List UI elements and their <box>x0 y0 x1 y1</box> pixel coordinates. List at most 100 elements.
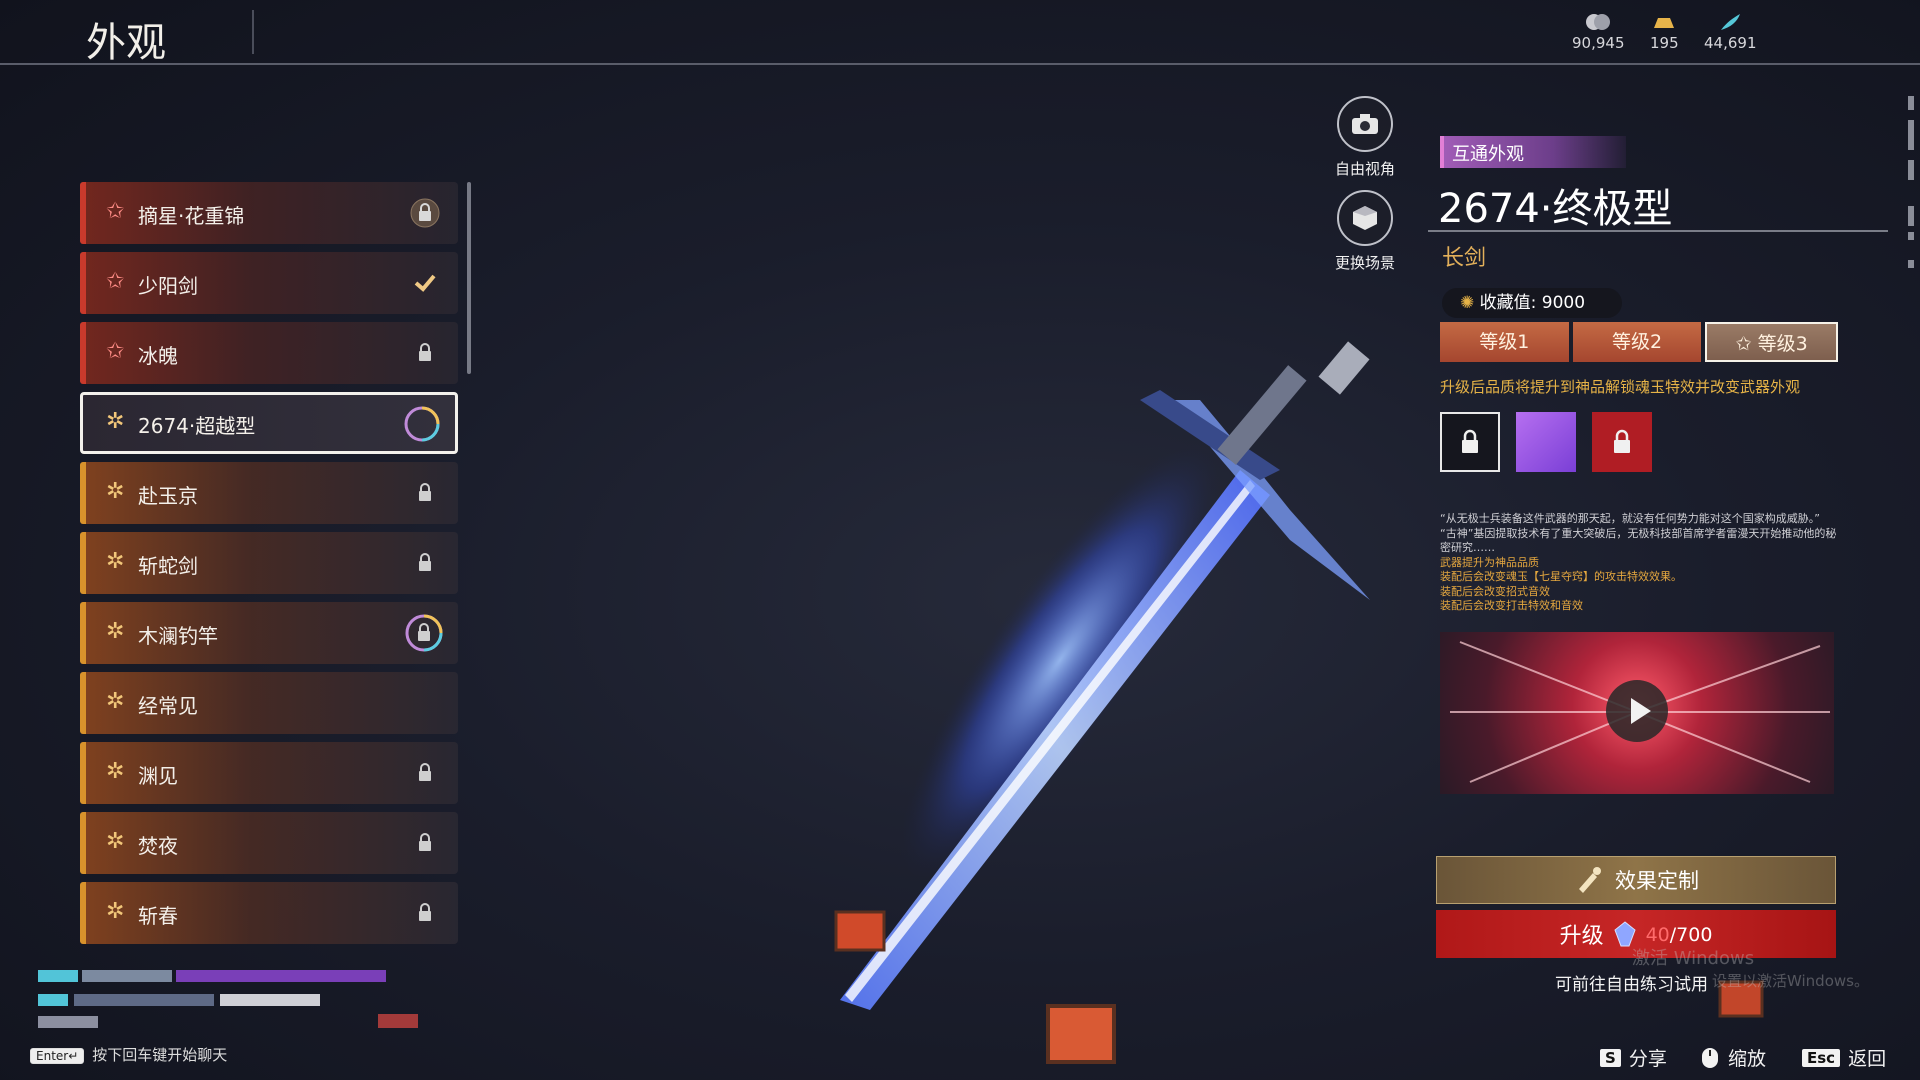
list-item-label: 2674·超越型 <box>138 414 256 438</box>
star-icon: ✲ <box>106 689 125 714</box>
windows-watermark: 激活 Windows <box>1632 948 1755 969</box>
star-icon: ✩ <box>1735 333 1758 355</box>
list-item-label: 木澜钓竿 <box>138 624 218 648</box>
collection-icon: ✺ <box>1460 293 1475 313</box>
currency-feather: 44,691 <box>1704 12 1757 52</box>
list-item-label: 斩蛇剑 <box>138 554 198 578</box>
share-key: S <box>1600 1048 1621 1067</box>
effect-line-2: 装配后会改变魂玉【七星夺窍】的攻击特效效果。 <box>1440 570 1682 583</box>
lock-icon <box>1614 429 1630 453</box>
esc-key: Esc <box>1802 1048 1841 1067</box>
tab-level-3[interactable]: ✩ 等级3 <box>1705 322 1839 362</box>
rarity-bar <box>80 532 86 594</box>
list-item-mulan[interactable]: ✲ 木澜钓竿 <box>80 602 458 664</box>
lore-text: “从无极士兵装备这件武器的那天起，就没有任何势力能对这个国家构成威胁。” “古神… <box>1440 512 1840 614</box>
list-item-label: 斩春 <box>138 904 178 928</box>
rainbow-ring-icon <box>404 406 440 442</box>
shared-appearance-tag: 互通外观 <box>1440 136 1626 168</box>
right-scroll-marker <box>1908 206 1914 226</box>
right-scroll-marker <box>1908 260 1914 268</box>
swatch-locked-red[interactable] <box>1592 412 1652 472</box>
upgrade-current: 40 <box>1645 923 1670 946</box>
share-hint[interactable]: S 分享 <box>1600 1044 1667 1071</box>
collection-value: ✺ 收藏值: 9000 <box>1442 288 1622 318</box>
collection-label: 收藏值: <box>1479 293 1537 313</box>
top-divider <box>0 63 1920 65</box>
right-scroll-marker <box>1908 120 1914 150</box>
preview-video[interactable] <box>1440 632 1834 794</box>
name-divider <box>1428 230 1888 232</box>
effect-customize-button[interactable]: 效果定制 <box>1436 856 1836 904</box>
list-item-label: 冰魄 <box>138 344 178 368</box>
change-scene-button[interactable]: 更换场景 <box>1320 190 1410 273</box>
lantern-2 <box>1046 1004 1116 1064</box>
list-item-label: 焚夜 <box>138 834 178 858</box>
play-button[interactable] <box>1606 680 1668 742</box>
swatch-locked-white[interactable] <box>1440 412 1500 472</box>
tab-level-2[interactable]: 等级2 <box>1572 322 1702 362</box>
free-view-label: 自由视角 <box>1334 160 1395 178</box>
right-scroll-marker <box>1908 232 1914 240</box>
camera-icon <box>1337 96 1393 152</box>
rarity-bar <box>80 602 86 664</box>
list-item-fuyujing[interactable]: ✲ 赴玉京 <box>80 462 458 524</box>
lock-icon <box>419 763 431 781</box>
zoom-hint[interactable]: 缩放 <box>1700 1044 1766 1071</box>
swatch-purple[interactable] <box>1516 412 1576 472</box>
rarity-bar <box>80 742 86 804</box>
list-item-yuanjian[interactable]: ✲ 渊见 <box>80 742 458 804</box>
sword-blade <box>840 470 1270 1010</box>
brush-icon <box>1579 867 1601 893</box>
list-item-zhanshe[interactable]: ✲ 斩蛇剑 <box>80 532 458 594</box>
currency-coins-value: 90,945 <box>1572 34 1625 52</box>
checkmark-icon <box>414 274 436 292</box>
star-icon: ✲ <box>106 409 125 434</box>
list-item-shaoyang[interactable]: ✩ 少阳剑 <box>80 252 458 314</box>
list-item-2674-chaoyue[interactable]: ✲ 2674·超越型 <box>80 392 458 454</box>
star-icon: ✲ <box>106 549 125 574</box>
windows-watermark-sub: 设置以激活Windows。 <box>1712 972 1869 990</box>
rarity-bar <box>80 882 86 944</box>
list-item-jingchangjian[interactable]: ✲ 经常见 <box>80 672 458 734</box>
feather-icon <box>1721 14 1741 30</box>
upgrade-note: 升级后品质将提升到神品解锁魂玉特效并改变武器外观 <box>1440 378 1801 396</box>
right-scroll-marker <box>1908 96 1914 110</box>
mouse-icon <box>1702 1047 1718 1068</box>
lore-line-2: “古神”基因提取技术有了重大突破后，无极科技部首席学者雷漫天开始推动他的秘密研究… <box>1440 526 1837 555</box>
list-item-fenye[interactable]: ✲ 焚夜 <box>80 812 458 874</box>
list-item-label: 摘星·花重锦 <box>138 204 245 228</box>
change-scene-label: 更换场景 <box>1334 254 1395 272</box>
back-hint[interactable]: Esc 返回 <box>1802 1044 1886 1071</box>
weapon-type: 长剑 <box>1442 246 1487 271</box>
effect-line-3: 装配后会改变招式音效 <box>1440 584 1550 598</box>
list-item-zhanchun[interactable]: ✲ 斩春 <box>80 882 458 944</box>
upgrade-total: /700 <box>1669 923 1713 946</box>
star-icon: ✲ <box>106 899 125 924</box>
collection-number: 9000 <box>1541 293 1586 313</box>
item-name: 2674·终极型 <box>1438 186 1673 232</box>
list-item-bingpo[interactable]: ✩ 冰魄 <box>80 322 458 384</box>
star-icon: ✲ <box>106 759 125 784</box>
star-icon: ✩ <box>106 199 125 224</box>
list-item-label: 渊见 <box>138 764 178 788</box>
tab-level-1[interactable]: 等级1 <box>1440 322 1569 362</box>
rarity-bar <box>80 812 86 874</box>
page-title: 外观 <box>86 20 166 66</box>
cube-icon <box>1337 190 1393 246</box>
currency-coins: 90,945 <box>1572 12 1625 52</box>
currency-gold-value: 195 <box>1650 34 1679 52</box>
free-view-button[interactable]: 自由视角 <box>1320 96 1410 179</box>
rarity-bar <box>80 252 86 314</box>
lock-icon <box>1462 429 1478 453</box>
effect-line-4: 装配后会改变打击特效和音效 <box>1440 599 1583 612</box>
effect-line-1: 武器提升为神品品质 <box>1440 555 1539 569</box>
star-icon: ✲ <box>106 619 125 644</box>
list-item-zhaixing[interactable]: ✩ 摘星·花重锦 <box>80 182 458 244</box>
lantern-1 <box>834 910 886 952</box>
list-item-label: 少阳剑 <box>138 274 198 298</box>
sword-hilt <box>1217 341 1370 465</box>
lock-icon <box>419 833 431 851</box>
lock-icon <box>419 903 431 921</box>
chat-hint[interactable]: Enter↵ 按下回车键开始聊天 <box>30 1044 227 1065</box>
list-scrollbar[interactable] <box>467 182 471 374</box>
